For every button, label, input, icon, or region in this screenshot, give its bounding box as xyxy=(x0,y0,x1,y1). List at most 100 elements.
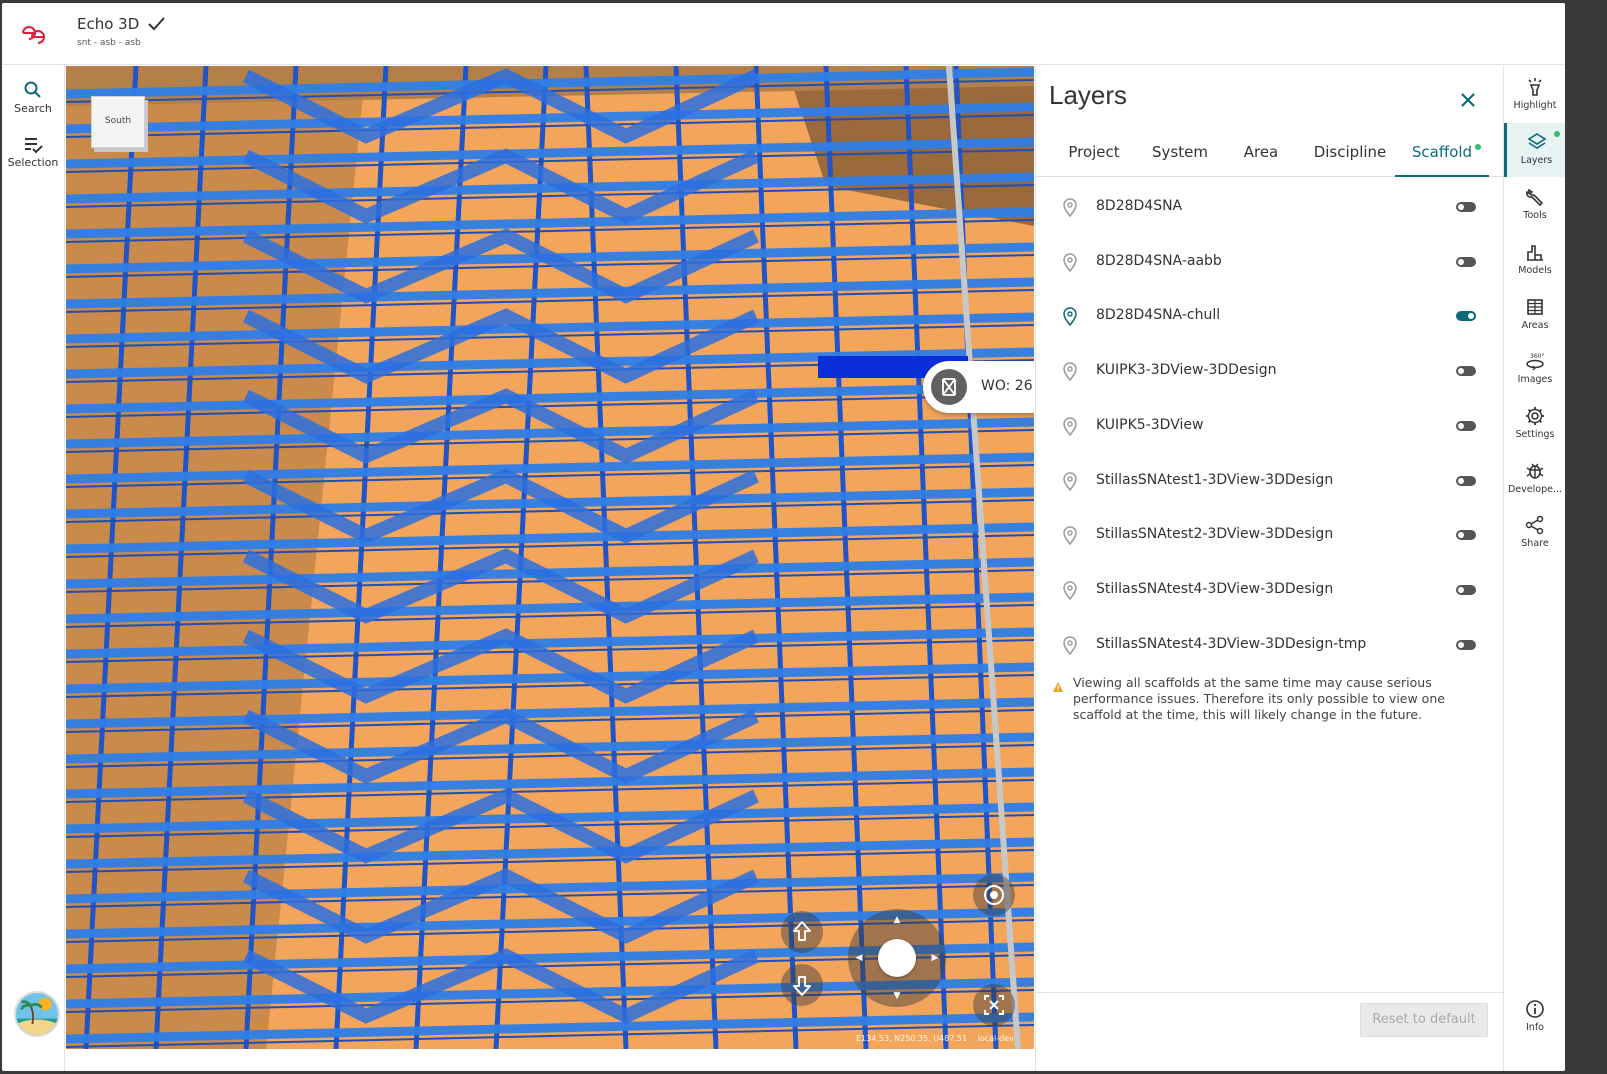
layer-row[interactable]: 8D28D4SNA-chull xyxy=(1036,287,1504,341)
developer-button[interactable]: Develope... xyxy=(1504,452,1565,506)
layer-visibility-toggle[interactable] xyxy=(1456,420,1476,431)
layer-visibility-toggle[interactable] xyxy=(1456,311,1476,322)
tab-scaffold[interactable]: Scaffold xyxy=(1395,128,1489,177)
app-title: Echo 3D xyxy=(77,15,140,33)
user-avatar[interactable] xyxy=(14,991,60,1037)
layer-visibility-toggle[interactable] xyxy=(1456,475,1476,486)
arrow-down-icon xyxy=(793,976,811,996)
tab-discipline[interactable]: Discipline xyxy=(1302,128,1398,177)
move-down-button[interactable] xyxy=(781,964,823,1006)
fit-view-icon xyxy=(984,995,1004,1015)
layer-name: 8D28D4SNA-chull xyxy=(1096,307,1221,324)
location-pin-icon xyxy=(1063,635,1077,655)
panel-title: Layers xyxy=(1049,80,1128,110)
images-360-button[interactable]: 360° Images xyxy=(1504,342,1565,396)
tab-system[interactable]: System xyxy=(1142,128,1218,177)
toggle-knob xyxy=(1458,477,1464,484)
layer-name: 8D28D4SNA xyxy=(1096,198,1183,214)
share-icon xyxy=(1525,515,1544,535)
coordinates-text: E134.53, N250.35, U487.51 xyxy=(856,1034,968,1043)
layer-row[interactable]: StillasSNAtest4-3DView-3DDesign-tmp xyxy=(1036,616,1504,670)
coordinate-readout: E134.53, N250.35, U487.51 local-dev xyxy=(856,1034,1014,1043)
layer-visibility-toggle[interactable] xyxy=(1456,366,1476,377)
3d-viewport[interactable]: South WO: 26 ▲ ▼ ◀ ▶ E134.53, N250.35, U… xyxy=(66,66,1034,1049)
toggle-knob xyxy=(1468,313,1474,320)
developer-bug-icon xyxy=(1526,463,1544,479)
models-icon xyxy=(1527,245,1543,261)
layers-icon xyxy=(1526,133,1547,149)
layers-panel: Layers Project System Area Discipline Sc… xyxy=(1035,66,1504,1071)
svg-text:360°: 360° xyxy=(1530,353,1544,360)
settings-button[interactable]: Settings xyxy=(1504,397,1565,451)
layer-name: 8D28D4SNA-aabb xyxy=(1096,252,1222,269)
navigation-joystick[interactable]: ▲ ▼ ◀ ▶ xyxy=(848,909,946,1007)
info-button[interactable]: Info xyxy=(1504,990,1565,1044)
layer-row[interactable]: KUIPK5-3DView xyxy=(1036,397,1504,451)
camera-snapshot-button[interactable] xyxy=(973,874,1015,916)
move-up-button[interactable] xyxy=(781,911,823,953)
location-pin-icon xyxy=(1063,307,1077,327)
location-pin-icon xyxy=(1063,417,1077,436)
share-button[interactable]: Share xyxy=(1504,506,1565,560)
right-rail: Highlight Layers Tools Models Areas 360°… xyxy=(1503,66,1565,1071)
arrow-up-icon xyxy=(793,921,811,941)
toggle-knob xyxy=(1458,204,1464,210)
layer-visibility-toggle[interactable] xyxy=(1456,202,1476,212)
location-pin-icon xyxy=(1063,362,1077,382)
reset-to-default-button[interactable]: Reset to default xyxy=(1360,1003,1488,1037)
layer-visibility-toggle[interactable] xyxy=(1456,639,1476,650)
location-pin-icon xyxy=(1063,581,1077,600)
models-button[interactable]: Models xyxy=(1504,233,1565,287)
check-icon xyxy=(148,17,165,31)
tools-button[interactable]: Tools xyxy=(1504,178,1565,232)
layer-visibility-toggle[interactable] xyxy=(1456,530,1476,541)
search-button[interactable]: Search xyxy=(2,72,64,122)
tab-area[interactable]: Area xyxy=(1229,128,1293,177)
layers-button[interactable]: Layers xyxy=(1504,123,1565,177)
joystick-left-icon: ◀ xyxy=(855,953,863,963)
layer-row[interactable]: StillasSNAtest4-3DView-3DDesign xyxy=(1036,561,1504,615)
tab-project[interactable]: Project xyxy=(1056,128,1132,177)
layers-active-dot xyxy=(1554,131,1560,137)
highlight-button[interactable]: Highlight xyxy=(1504,68,1565,122)
work-order-tag[interactable]: WO: 26 xyxy=(923,361,1034,413)
layer-row[interactable]: 8D28D4SNA-aabb xyxy=(1036,233,1504,287)
location-pin-icon xyxy=(1063,526,1077,546)
scaffold-3d-scene[interactable] xyxy=(66,66,1034,1049)
settings-icon xyxy=(1526,407,1544,425)
environment-label: local-dev xyxy=(977,1034,1014,1043)
close-icon[interactable] xyxy=(1456,88,1480,112)
layer-row[interactable]: StillasSNAtest1-3DView-3DDesign xyxy=(1036,452,1504,506)
tools-icon xyxy=(1526,188,1544,207)
fit-view-button[interactable] xyxy=(973,984,1015,1026)
app-subtitle: snt - asb - asb xyxy=(77,38,141,48)
camera-target-icon xyxy=(984,885,1004,905)
toggle-knob xyxy=(1458,258,1464,265)
layer-row[interactable]: StillasSNAtest2-3DView-3DDesign xyxy=(1036,506,1504,560)
joystick-knob[interactable] xyxy=(878,939,916,977)
layer-name: StillasSNAtest1-3DView-3DDesign xyxy=(1096,471,1334,488)
layer-name: StillasSNAtest2-3DView-3DDesign xyxy=(1096,526,1334,543)
toggle-knob xyxy=(1458,586,1464,593)
echo-logo-icon xyxy=(22,26,45,44)
scaffold-tag-icon xyxy=(931,369,967,405)
layer-name: KUIPK3-3DView-3DDesign xyxy=(1096,362,1277,379)
navcube-face-label: South xyxy=(104,116,132,126)
areas-button[interactable]: Areas xyxy=(1504,288,1565,342)
layer-row[interactable]: KUIPK3-3DView-3DDesign xyxy=(1036,342,1504,396)
search-icon xyxy=(24,81,41,98)
toggle-knob xyxy=(1458,641,1464,648)
location-pin-icon xyxy=(1063,252,1077,272)
layer-name: StillasSNAtest4-3DView-3DDesign xyxy=(1096,580,1334,597)
layer-visibility-toggle[interactable] xyxy=(1456,256,1476,267)
left-rail: Search Selection xyxy=(2,66,65,1071)
view-navigation-cube[interactable]: South xyxy=(91,96,145,148)
selection-button[interactable]: Selection xyxy=(2,126,64,176)
images-360-icon: 360° xyxy=(1526,353,1544,371)
warning-text: Viewing all scaffolds at the same time m… xyxy=(1073,675,1445,722)
joystick-up-icon: ▲ xyxy=(893,915,901,925)
layer-visibility-toggle[interactable] xyxy=(1456,584,1476,595)
layer-row[interactable]: 8D28D4SNA xyxy=(1036,178,1504,232)
work-order-label: WO: 26 xyxy=(981,378,1033,394)
toggle-knob xyxy=(1458,422,1464,429)
